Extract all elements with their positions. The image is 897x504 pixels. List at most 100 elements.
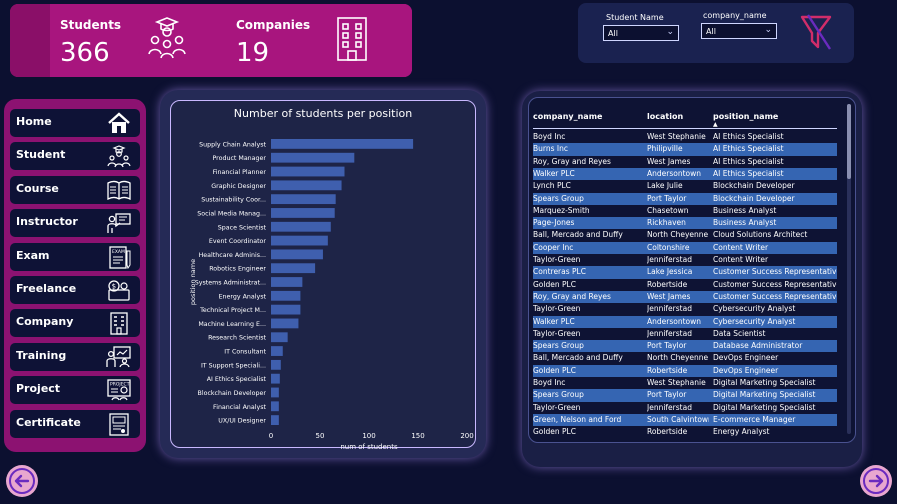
nav-item-student[interactable]: Student (10, 142, 140, 171)
company-name-filter-label: company_name (703, 11, 767, 20)
table-row[interactable]: Cooper Inc Coltonshire Content Writer (533, 241, 837, 254)
table-row[interactable]: Taylor-Green Jenniferstad Data Scientist (533, 328, 837, 340)
student-name-dropdown[interactable]: All ⌄ (603, 25, 679, 41)
companies-label: Companies (236, 18, 311, 32)
svg-text:$: $ (112, 283, 116, 291)
table-cell: Customer Success Representative (713, 267, 837, 277)
table-cell: DevOps Engineer (713, 353, 779, 363)
table-cell: Spears Group (533, 390, 584, 400)
table-cell: Golden PLC (533, 427, 576, 437)
column-header-position-name[interactable]: position_name (713, 112, 778, 121)
y-tick-label: Financial Planner (213, 169, 267, 176)
nav-item-instructor[interactable]: Instructor (10, 209, 140, 238)
table-row[interactable]: Boyd Inc West Stephanie Digital Marketing … (533, 377, 837, 389)
x-tick-label: 0 (269, 432, 273, 440)
table-cell: Digital Marketing Specialist (713, 390, 816, 400)
nav-item-company[interactable]: Company (10, 309, 140, 338)
project-icon: PROJECT (107, 379, 131, 401)
table-cell: Business Analyst (713, 218, 777, 228)
header-separator (533, 128, 837, 129)
x-tick-label: 100 (362, 432, 375, 440)
company-name-dropdown[interactable]: All ⌄ (701, 23, 777, 39)
table-cell: Page-Jones (533, 218, 575, 228)
y-tick-label: AI Ethics Specialist (207, 376, 267, 383)
table-row[interactable]: Golden PLC Robertside Customer Success Rep… (533, 279, 837, 291)
chevron-down-icon: ⌄ (666, 27, 674, 37)
nav-item-label: Training (16, 348, 67, 362)
table-row[interactable]: Taylor-Green Jenniferstad Digital Marketin… (533, 402, 837, 414)
table-cell: Lake Jessica (647, 267, 693, 277)
bar (271, 249, 323, 260)
table-row[interactable]: Page-Jones Rickhaven Business Analyst (533, 217, 837, 230)
exam-icon: EXAM (109, 245, 131, 269)
table-cell: Business Analyst (713, 205, 777, 215)
table-row[interactable]: Taylor-Green Jenniferstad Cybersecurity An… (533, 303, 837, 315)
y-tick-label: Machine Learning E... (198, 321, 266, 328)
y-tick-label: Systems Administrat... (195, 280, 266, 287)
table-cell: Contreras PLC (533, 267, 586, 277)
column-header-company-name[interactable]: company_name (533, 112, 602, 121)
table-row[interactable]: Golden PLC Robertside DevOps Engineer (533, 364, 837, 377)
reset-filter-icon[interactable] (798, 11, 836, 51)
y-tick-label: Product Manager (212, 155, 266, 162)
filter-panel: Student Name All ⌄ company_name All ⌄ (578, 3, 854, 63)
table-row[interactable]: Marquez-Smith Chasetown Business Analyst (533, 205, 837, 217)
students-value: 366 (60, 38, 110, 68)
table-cell: Golden PLC (533, 365, 576, 375)
table-cell: Jenniferstad (647, 328, 692, 338)
freelance-icon: $ (108, 280, 130, 301)
nav-item-freelance[interactable]: Freelance $ (10, 276, 140, 304)
bar (271, 263, 316, 274)
companies-value: 19 (236, 38, 270, 68)
table-cell: Roy, Gray and Reyes (533, 291, 611, 301)
table-cell: North Cheyenne (647, 230, 709, 240)
table-row[interactable]: Golden PLC Robertside Energy Analyst (533, 426, 837, 438)
table-row[interactable]: Boyd Inc West Stephanie AI Ethics Speciali… (533, 131, 837, 143)
y-tick-label: IT Consultant (224, 349, 266, 356)
student-name-dropdown-value: All (608, 29, 618, 38)
table-cell: West James (647, 291, 691, 301)
table-row[interactable]: Spears Group Port Taylor Digital Marketing… (533, 389, 837, 402)
company-icon (110, 312, 128, 336)
bar (271, 152, 355, 163)
table-cell: Cybersecurity Analyst (713, 304, 796, 314)
table-row[interactable]: Lynch PLC Lake Julie Blockchain Developer (533, 180, 837, 192)
bar (271, 359, 281, 370)
table-cell: Digital Marketing Specialist (713, 378, 816, 387)
table-row[interactable]: Green, Nelson and Ford South Calvintown E-… (533, 413, 837, 427)
table-row[interactable]: Contreras PLC Lake Jessica Customer Succes… (533, 266, 837, 279)
chart-container: Number of students per position Supply C… (170, 100, 476, 449)
company-table: company_name location position_name ▲ Bo… (528, 97, 856, 443)
table-row[interactable]: Roy, Gray and Reyes West James AI Ethics S… (533, 156, 837, 168)
nav-item-label: Course (16, 181, 59, 195)
nav-item-exam[interactable]: Exam EXAM (10, 242, 140, 271)
scrollbar-thumb[interactable] (847, 104, 851, 179)
nav-item-certificate[interactable]: Certificate (10, 409, 140, 438)
table-row[interactable]: Spears Group Port Taylor Blockchain Develo… (533, 192, 837, 205)
table-cell: Taylor-Green (533, 402, 581, 412)
column-header-location[interactable]: location (647, 112, 683, 121)
table-row[interactable]: Roy, Gray and Reyes West James Customer Su… (533, 290, 837, 304)
nav-item-training[interactable]: Training (10, 342, 140, 371)
back-button[interactable] (6, 465, 38, 497)
table-row[interactable]: Ball, Mercado and Duffy North Cheyenne Dev… (533, 352, 837, 364)
table-row[interactable]: Walker PLC Andersontown AI Ethics Speciali… (533, 167, 837, 181)
table-row[interactable]: Spears Group Port Taylor Database Administ… (533, 340, 837, 353)
nav-item-course[interactable]: Course (10, 175, 140, 204)
table-cell: Lynch PLC (533, 181, 571, 191)
table-cell: Roy, Gray and Reyes (533, 156, 611, 166)
nav-item-project[interactable]: Project PROJECT (10, 376, 140, 405)
table-cell: Data Scientist (713, 328, 766, 338)
forward-button[interactable] (860, 465, 892, 497)
table-cell: Digital Marketing Specialist (713, 402, 816, 412)
table-cell: Marquez-Smith (533, 205, 590, 215)
table-row[interactable]: Ball, Mercado and Duffy North Cheyenne Clo… (533, 229, 837, 241)
table-cell: Taylor-Green (533, 328, 581, 338)
table-cell: Blockchain Developer (713, 193, 795, 203)
table-cell: Rickhaven (647, 218, 686, 228)
table-row[interactable]: Burns Inc Philipville AI Ethics Specialist (533, 143, 837, 156)
table-row[interactable]: Taylor-Green Jenniferstad Content Writer (533, 254, 837, 266)
table-row[interactable]: Walker PLC Andersontown Cybersecurity Anal… (533, 315, 837, 328)
nav-item-home[interactable]: Home (10, 109, 140, 137)
bar (271, 166, 345, 177)
